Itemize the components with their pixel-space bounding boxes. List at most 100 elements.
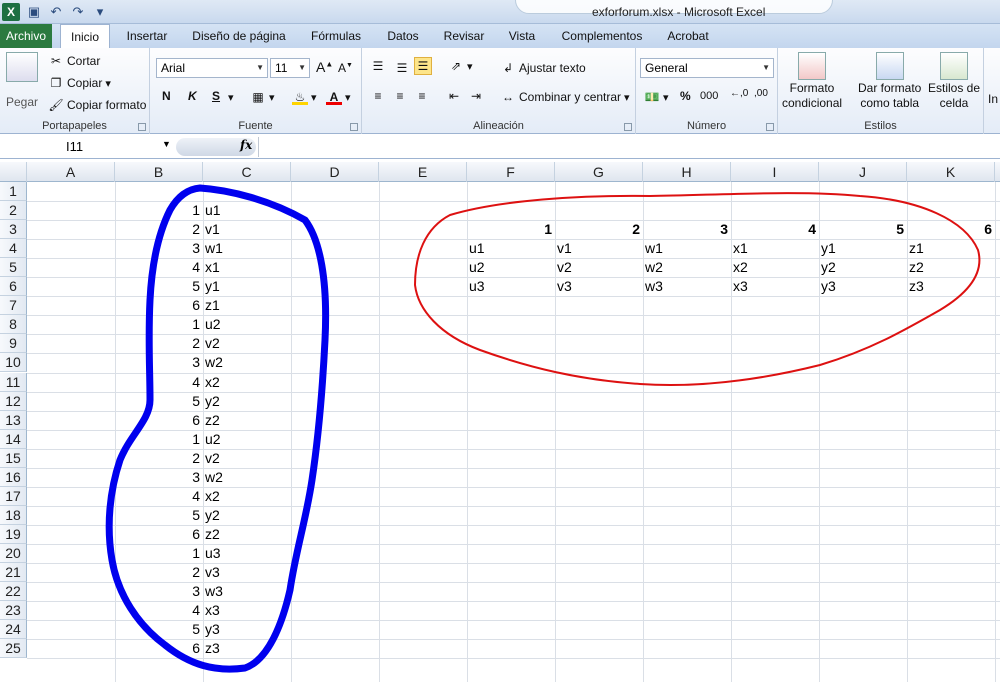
table-cell: v3 <box>557 278 572 295</box>
row-header-22[interactable]: 22 <box>0 582 27 602</box>
redo-icon[interactable]: ↷ <box>70 4 86 20</box>
format-painter-button[interactable]: 🖌 Copiar formato <box>48 97 146 113</box>
row-header-18[interactable]: 18 <box>0 505 27 525</box>
dialog-launcher-icon[interactable] <box>138 123 146 131</box>
cell-styles-button[interactable]: Estilos de celda <box>928 52 980 110</box>
select-all-corner[interactable] <box>0 162 27 182</box>
row-header-5[interactable]: 5 <box>0 258 27 278</box>
row-header-3[interactable]: 3 <box>0 220 27 240</box>
grow-font-button[interactable]: A▲ <box>316 59 333 75</box>
column-header-d[interactable]: D <box>291 162 379 182</box>
column-header-c[interactable]: C <box>203 162 291 182</box>
row-header-4[interactable]: 4 <box>0 239 27 259</box>
underline-button[interactable]: S <box>212 89 220 103</box>
formula-input[interactable] <box>258 137 1000 157</box>
insert-function-icon[interactable]: fx <box>240 138 252 152</box>
row-header-9[interactable]: 9 <box>0 334 27 354</box>
shrink-font-button[interactable]: A▼ <box>338 61 353 75</box>
row-header-2[interactable]: 2 <box>0 201 27 221</box>
chevron-down-icon[interactable]: ▾ <box>228 91 234 104</box>
number-format-select[interactable]: General ▼ <box>640 58 774 78</box>
bold-button[interactable]: N <box>162 89 171 103</box>
increase-indent-button[interactable]: ⇥ <box>468 88 484 104</box>
column-header-a[interactable]: A <box>27 162 115 182</box>
align-left-button[interactable]: ≡ <box>370 88 386 104</box>
thousands-button[interactable]: 000 <box>700 90 718 102</box>
conditional-format-button[interactable]: Formato condicional <box>782 52 842 110</box>
orientation-button[interactable]: ⇗ ▾ <box>448 58 473 74</box>
name-box[interactable]: I11 <box>0 137 176 157</box>
row-header-20[interactable]: 20 <box>0 543 27 563</box>
tab-vista[interactable]: Vista <box>500 24 544 48</box>
align-middle-button[interactable]: ☰ <box>394 60 410 76</box>
copy-button[interactable]: ❐ Copiar ▾ <box>48 75 111 91</box>
tab-complementos[interactable]: Complementos <box>554 24 650 48</box>
row-header-25[interactable]: 25 <box>0 639 27 659</box>
worksheet-grid[interactable]: ABCDEFGHIJK 1 2 3 4 5 6 7 8 9 10 11 12 13 14 15 16 17 18 1… <box>0 160 1000 682</box>
row-header-6[interactable]: 6 <box>0 277 27 297</box>
align-bottom-button[interactable]: ☰ <box>414 57 432 75</box>
dialog-launcher-icon[interactable] <box>624 123 632 131</box>
borders-button[interactable]: ▦ ▾ <box>250 89 274 105</box>
font-name-select[interactable]: Arial ▼ <box>156 58 268 78</box>
list-number-cell: 5 <box>192 621 200 638</box>
fill-color-button[interactable]: ♨ ▾ <box>292 89 317 105</box>
row-header-13[interactable]: 13 <box>0 410 27 430</box>
tab-acrobat[interactable]: Acrobat <box>660 24 716 48</box>
format-as-table-button[interactable]: Dar formato como tabla <box>858 52 921 110</box>
tab-revisar[interactable]: Revisar <box>436 24 492 48</box>
dialog-launcher-icon[interactable] <box>350 123 358 131</box>
decrease-decimal-button[interactable]: ,00 <box>754 88 768 99</box>
tab-diseno-pagina[interactable]: Diseño de página <box>186 24 292 48</box>
excel-logo-icon[interactable]: X <box>2 3 20 21</box>
column-header-g[interactable]: G <box>555 162 643 182</box>
row-header-23[interactable]: 23 <box>0 601 27 621</box>
chevron-down-icon[interactable]: ▼ <box>162 139 171 149</box>
column-header-b[interactable]: B <box>115 162 203 182</box>
row-header-15[interactable]: 15 <box>0 448 27 468</box>
cut-button[interactable]: ✂ Cortar <box>48 53 100 69</box>
row-header-19[interactable]: 19 <box>0 524 27 544</box>
insert-cells-button[interactable]: In <box>988 92 998 106</box>
decrease-indent-button[interactable]: ⇤ <box>446 88 462 104</box>
increase-decimal-button[interactable]: ←,0 <box>730 88 748 99</box>
tab-insertar[interactable]: Insertar <box>118 24 176 48</box>
row-header-12[interactable]: 12 <box>0 391 27 411</box>
align-top-button[interactable]: ☰ <box>370 58 386 74</box>
customize-icon[interactable]: ▾ <box>92 4 108 20</box>
row-header-21[interactable]: 21 <box>0 563 27 582</box>
row-header-10[interactable]: 10 <box>0 353 27 373</box>
row-header-11[interactable]: 11 <box>0 372 27 392</box>
column-header-f[interactable]: F <box>467 162 555 182</box>
row-header-17[interactable]: 17 <box>0 486 27 506</box>
paste-icon <box>6 52 39 82</box>
tab-archivo[interactable]: Archivo <box>0 24 52 48</box>
row-header-7[interactable]: 7 <box>0 296 27 316</box>
undo-icon[interactable]: ↶ <box>48 4 64 20</box>
column-header-h[interactable]: H <box>643 162 731 182</box>
column-header-e[interactable]: E <box>379 162 467 182</box>
align-right-button[interactable]: ≡ <box>414 88 430 104</box>
row-header-16[interactable]: 16 <box>0 467 27 487</box>
align-center-button[interactable]: ≡ <box>392 88 408 104</box>
italic-button[interactable]: K <box>188 89 197 103</box>
percent-button[interactable]: % <box>680 89 691 103</box>
row-header-1[interactable]: 1 <box>0 182 27 201</box>
font-size-select[interactable]: 11 ▼ <box>270 58 310 78</box>
tab-formulas[interactable]: Fórmulas <box>302 24 370 48</box>
dialog-launcher-icon[interactable] <box>766 123 774 131</box>
row-header-24[interactable]: 24 <box>0 620 27 640</box>
row-header-8[interactable]: 8 <box>0 315 27 335</box>
wrap-text-button[interactable]: ↲ Ajustar texto <box>500 60 586 76</box>
merge-center-button[interactable]: ↔ Combinar y centrar ▾ <box>500 89 630 105</box>
column-header-k[interactable]: K <box>907 162 995 182</box>
paste-button[interactable]: Pegar <box>6 52 38 109</box>
currency-button[interactable]: 💵 ▾ <box>644 89 669 105</box>
font-color-button[interactable]: A ▾ <box>326 89 351 105</box>
tab-inicio[interactable]: Inicio <box>60 24 110 49</box>
tab-datos[interactable]: Datos <box>380 24 426 48</box>
column-header-j[interactable]: J <box>819 162 907 182</box>
row-header-14[interactable]: 14 <box>0 429 27 449</box>
save-icon[interactable]: ▣ <box>26 4 42 20</box>
column-header-i[interactable]: I <box>731 162 819 182</box>
